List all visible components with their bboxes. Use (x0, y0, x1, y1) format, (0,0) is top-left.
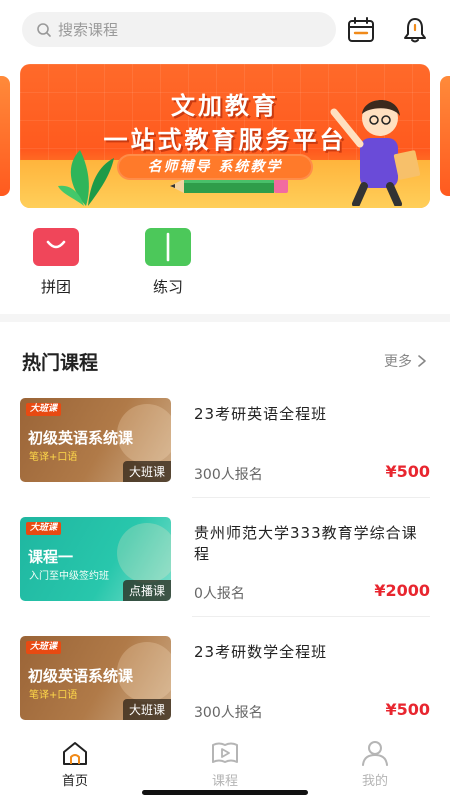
course-price: ¥500 (385, 700, 430, 719)
thumbnail-tag: 大班课 (26, 522, 62, 535)
course-price: ¥500 (385, 462, 430, 481)
banner-subtitle: 一站式教育服务平台 (103, 126, 347, 154)
play-book-icon (212, 742, 238, 763)
nav-tab-courses[interactable]: 课程 (195, 740, 255, 789)
course-item[interactable]: 大班课 初级英语系统课 笔译+口语 大班课 23考研数学全程班 300人报名 ¥… (20, 636, 430, 736)
course-title: 贵州师范大学333教育学综合课程 (194, 524, 418, 563)
bell-icon[interactable] (400, 15, 430, 45)
nav-label: 课程 (211, 774, 238, 789)
quick-action-practice[interactable]: 练习 (138, 228, 198, 297)
course-type-badge: 点播课 (122, 580, 171, 601)
enrollment-count: 300人报名 (194, 467, 263, 483)
course-type-badge: 大班课 (122, 699, 171, 720)
banner-title: 文加教育 (171, 92, 279, 120)
home-icon (63, 742, 87, 765)
search-icon (37, 22, 51, 37)
nav-tab-profile[interactable]: 我的 (345, 740, 405, 789)
banner-carousel[interactable]: 文加教育 一站式教育服务平台 名师辅导 系统教学 (0, 62, 450, 210)
section-title: 热门课程 (22, 352, 99, 374)
nav-label: 首页 (61, 774, 88, 789)
more-link[interactable]: 更多 (384, 351, 429, 371)
calendar-icon[interactable] (346, 15, 376, 45)
thumbnail-decoration (117, 523, 171, 583)
next-banner-peek (440, 76, 450, 196)
home-indicator (142, 790, 308, 795)
course-thumbnail: 大班课 课程一 入门至中级签约班 点播课 (20, 517, 171, 601)
course-title: 23考研英语全程班 (194, 405, 328, 423)
course-item[interactable]: 大班课 初级英语系统课 笔译+口语 大班课 23考研英语全程班 300人报名 ¥… (20, 398, 430, 498)
enrollment-count: 0人报名 (194, 586, 245, 602)
course-title: 23考研数学全程班 (194, 643, 328, 661)
course-price: ¥2000 (374, 581, 430, 600)
quick-action-group-buy[interactable]: 拼团 (26, 228, 86, 297)
search-placeholder: 搜索课程 (58, 21, 119, 39)
course-thumbnail: 大班课 初级英语系统课 笔译+口语 大班课 (20, 636, 171, 720)
thumbnail-subtext: 笔译+口语 (29, 690, 78, 701)
thumbnail-headline: 初级英语系统课 (28, 429, 134, 447)
more-label: 更多 (384, 354, 412, 370)
prev-banner-peek (0, 76, 10, 196)
course-item[interactable]: 大班课 课程一 入门至中级签约班 点播课 贵州师范大学333教育学综合课程 0人… (20, 517, 430, 617)
course-thumbnail: 大班课 初级英语系统课 笔译+口语 大班课 (20, 398, 171, 482)
open-book-icon (145, 228, 191, 266)
top-bar: 搜索课程 (0, 0, 450, 62)
row-divider (192, 616, 430, 617)
shopping-bag-icon (33, 228, 79, 266)
nav-label: 我的 (361, 774, 388, 789)
enrollment-count: 300人报名 (194, 705, 263, 721)
thumbnail-headline: 初级英语系统课 (28, 667, 134, 685)
plant-illustration (58, 150, 114, 206)
course-type-badge: 大班课 (122, 461, 171, 482)
thumbnail-subtext: 入门至中级签约班 (29, 571, 109, 582)
quick-action-label: 拼团 (40, 278, 71, 296)
thumbnail-headline: 课程一 (28, 548, 74, 566)
quick-action-label: 练习 (152, 278, 183, 296)
row-divider (192, 497, 430, 498)
thumbnail-tag: 大班课 (26, 641, 62, 654)
user-icon (362, 741, 388, 766)
nav-tab-home[interactable]: 首页 (45, 740, 105, 789)
banner-tagline: 名师辅导 系统教学 (117, 154, 313, 180)
thumbnail-subtext: 笔译+口语 (29, 452, 78, 463)
thumbnail-tag: 大班课 (26, 403, 62, 416)
promo-banner[interactable]: 文加教育 一站式教育服务平台 名师辅导 系统教学 (20, 64, 430, 208)
chevron-right-icon (418, 355, 426, 367)
search-input[interactable]: 搜索课程 (22, 12, 336, 47)
section-divider (0, 314, 450, 322)
